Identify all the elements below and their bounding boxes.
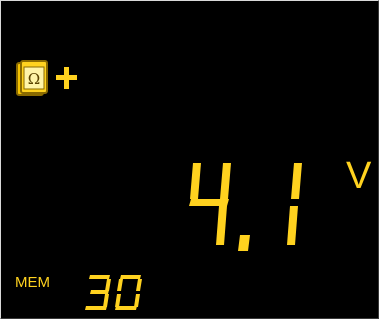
- mem-digit-3: [85, 275, 111, 310]
- mem-label: MEM: [15, 274, 50, 291]
- mem-digits: [85, 275, 142, 310]
- svg-text:Ω: Ω: [28, 70, 40, 88]
- mem-value-text: 30: [15, 272, 16, 273]
- plus-icon: [56, 67, 77, 89]
- digit-1: [287, 163, 302, 245]
- decimal-point: [238, 235, 250, 251]
- memory-indicator: MEM 30: [15, 272, 165, 312]
- ohm-book-icon: Ω: [16, 60, 48, 96]
- meter-display: Ω 4.1 V M: [0, 0, 379, 319]
- digit-4: [189, 163, 231, 245]
- main-reading: 4.1 V: [179, 157, 371, 255]
- unit-label: V: [346, 155, 372, 197]
- mem-digit-0: [115, 275, 142, 310]
- reading-digits: [189, 163, 302, 251]
